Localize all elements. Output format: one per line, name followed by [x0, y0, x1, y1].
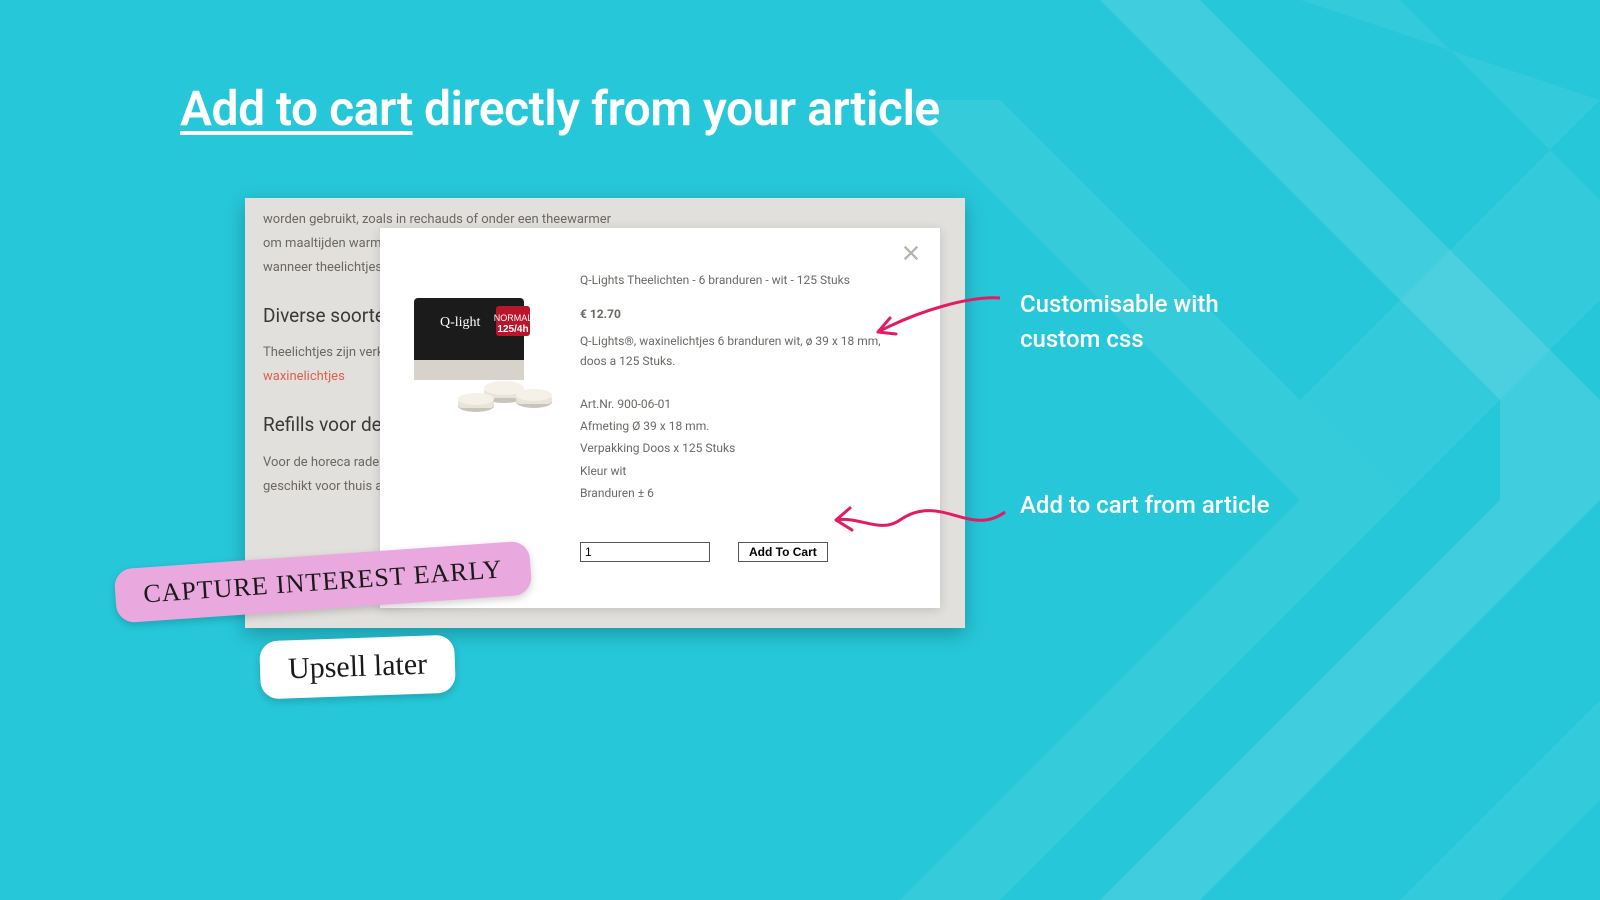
modal-actions: Add To Cart [580, 542, 828, 562]
product-spec: Art.Nr. 900-06-01 [580, 394, 910, 414]
product-image: NORMAL 125/4h Q-light [396, 288, 556, 418]
callout-add-to-cart: Add to cart from article [1020, 488, 1280, 523]
title-underline: Add to cart [180, 80, 413, 137]
sticker-upsell-later: Upsell later [259, 635, 456, 700]
add-to-cart-button[interactable]: Add To Cart [738, 542, 828, 562]
page-title: Add to cart directly from your article [180, 80, 940, 137]
svg-text:NORMAL: NORMAL [494, 313, 533, 323]
product-spec: Afmeting Ø 39 x 18 mm. [580, 416, 910, 436]
product-spec: Kleur wit [580, 461, 910, 481]
article-link[interactable]: waxinelichtjes [263, 369, 345, 384]
svg-text:Q-light: Q-light [440, 315, 481, 330]
marketing-slide: Add to cart directly from your article w… [0, 0, 1600, 900]
product-spec: Branduren ± 6 [580, 483, 910, 503]
close-icon[interactable] [900, 242, 922, 264]
svg-text:125/4h: 125/4h [497, 324, 528, 335]
callout-custom-css: Customisable with custom css [1020, 287, 1280, 357]
product-details: Q-Lights Theelichten - 6 branduren - wit… [580, 270, 910, 506]
product-spec: Verpakking Doos x 125 Stuks [580, 438, 910, 458]
product-description: Q-Lights®, waxinelichtjes 6 branduren wi… [580, 331, 910, 372]
decor-chevrons [900, 0, 1600, 900]
product-title: Q-Lights Theelichten - 6 branduren - wit… [580, 270, 910, 290]
title-rest: directly from your article [413, 80, 940, 137]
product-price: € 12.70 [580, 304, 910, 324]
quantity-input[interactable] [580, 542, 710, 562]
